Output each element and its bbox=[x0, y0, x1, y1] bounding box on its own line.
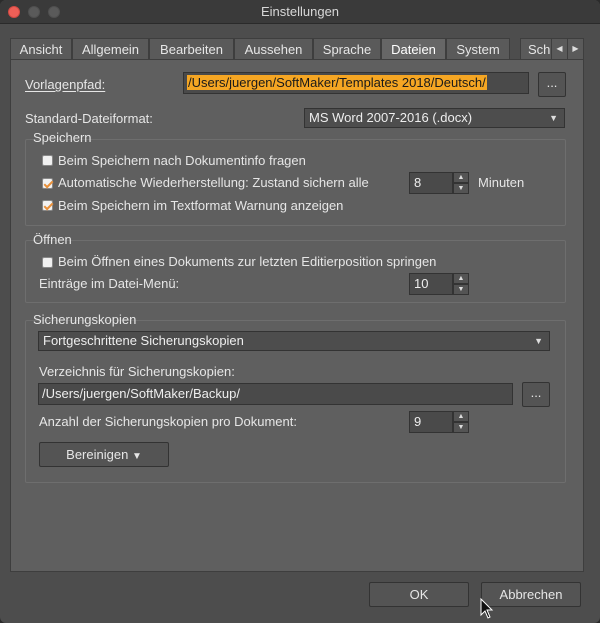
tab-allgemein[interactable]: Allgemein bbox=[72, 38, 149, 60]
ok-button[interactable]: OK bbox=[369, 582, 469, 607]
autorecover-label: Automatische Wiederherstellung: Zustand … bbox=[58, 175, 369, 190]
tab-aussehen[interactable]: Aussehen bbox=[234, 38, 313, 60]
backup-dir-browse-button[interactable]: ... bbox=[522, 382, 550, 407]
chevron-down-icon: ▼ bbox=[131, 451, 142, 462]
menu-entries-value[interactable]: 10 bbox=[409, 273, 453, 295]
jump-last-position-checkbox[interactable] bbox=[42, 257, 53, 268]
window-title: Einstellungen bbox=[260, 4, 340, 19]
tab-ansicht[interactable]: Ansicht bbox=[10, 38, 72, 60]
mouse-pointer-icon bbox=[480, 598, 494, 619]
autorecover-checkbox[interactable] bbox=[42, 178, 53, 189]
ask-docinfo-checkbox[interactable] bbox=[42, 155, 53, 166]
tab-dateien[interactable]: Dateien bbox=[381, 38, 446, 60]
cleanup-label: Bereinigen bbox=[66, 447, 129, 462]
tab-system[interactable]: System bbox=[446, 38, 510, 60]
backup-mode-select[interactable]: Fortgeschrittene Sicherungskopien ▼ bbox=[38, 331, 550, 351]
autorecover-minutes-stepper[interactable]: 8 ▲ ▼ bbox=[409, 172, 469, 194]
jump-last-position-label: Beim Öffnen eines Dokuments zur letzten … bbox=[58, 254, 437, 269]
backup-group-title: Sicherungskopien bbox=[33, 312, 137, 327]
warn-textformat-label: Beim Speichern im Textformat Warnung anz… bbox=[58, 198, 344, 213]
warn-textformat-checkbox[interactable] bbox=[42, 200, 53, 211]
autorecover-minutes-value[interactable]: 8 bbox=[409, 172, 453, 194]
default-format-label: Standard-Dateiformat: bbox=[25, 111, 153, 126]
increment-up-icon[interactable]: ▲ bbox=[453, 411, 469, 422]
template-path-text: Vorlagenpfad: bbox=[25, 77, 106, 92]
default-format-select[interactable]: MS Word 2007-2016 (.docx) ▼ bbox=[304, 108, 565, 128]
default-format-value: MS Word 2007-2016 (.docx) bbox=[309, 110, 473, 125]
cleanup-button[interactable]: Bereinigen ▼ bbox=[39, 442, 169, 467]
backup-dir-label: Verzeichnis für Sicherungskopien: bbox=[39, 364, 235, 379]
backup-count-label: Anzahl der Sicherungskopien pro Dokument… bbox=[39, 414, 297, 429]
tab-sprache[interactable]: Sprache bbox=[313, 38, 381, 60]
template-path-value: /Users/juergen/SoftMaker/Templates 2018/… bbox=[187, 75, 487, 90]
menu-entries-stepper[interactable]: 10 ▲ ▼ bbox=[409, 273, 469, 295]
dateien-panel: Vorlagenpfad: /Users/juergen/SoftMaker/T… bbox=[10, 59, 584, 572]
template-path-input[interactable]: /Users/juergen/SoftMaker/Templates 2018/… bbox=[183, 72, 529, 94]
tab-bar: Ansicht Allgemein Bearbeiten Aussehen Sp… bbox=[10, 38, 584, 60]
tab-bearbeiten[interactable]: Bearbeiten bbox=[149, 38, 234, 60]
decrement-down-icon[interactable]: ▼ bbox=[453, 422, 469, 433]
backup-count-stepper[interactable]: 9 ▲ ▼ bbox=[409, 411, 469, 433]
backup-count-value[interactable]: 9 bbox=[409, 411, 453, 433]
increment-up-icon[interactable]: ▲ bbox=[453, 172, 469, 183]
ask-docinfo-label: Beim Speichern nach Dokumentinfo fragen bbox=[58, 153, 306, 168]
save-group-title: Speichern bbox=[33, 130, 92, 145]
backup-mode-value: Fortgeschrittene Sicherungskopien bbox=[43, 333, 244, 348]
chevron-down-icon: ▼ bbox=[534, 336, 543, 346]
tab-scroll-right-icon[interactable]: ▶ bbox=[567, 38, 584, 60]
chevron-down-icon: ▼ bbox=[549, 113, 558, 123]
cancel-button[interactable]: Abbrechen bbox=[481, 582, 581, 607]
open-group-title: Öffnen bbox=[33, 232, 72, 247]
increment-up-icon[interactable]: ▲ bbox=[453, 273, 469, 284]
tab-scroll-left-icon[interactable]: ◀ bbox=[551, 38, 568, 60]
menu-entries-label: Einträge im Datei-Menü: bbox=[39, 276, 180, 291]
open-group bbox=[25, 240, 566, 303]
settings-window: Einstellungen Ansicht Allgemein Bearbeit… bbox=[0, 0, 600, 623]
title-bar: Einstellungen bbox=[0, 0, 600, 24]
decrement-down-icon[interactable]: ▼ bbox=[453, 284, 469, 295]
decrement-down-icon[interactable]: ▼ bbox=[453, 183, 469, 194]
template-path-label: Vorlagenpfad: bbox=[25, 77, 105, 92]
backup-dir-input[interactable]: /Users/juergen/SoftMaker/Backup/ bbox=[38, 383, 513, 405]
autorecover-unit-label: Minuten bbox=[478, 175, 525, 190]
template-path-browse-button[interactable]: ... bbox=[538, 72, 566, 97]
